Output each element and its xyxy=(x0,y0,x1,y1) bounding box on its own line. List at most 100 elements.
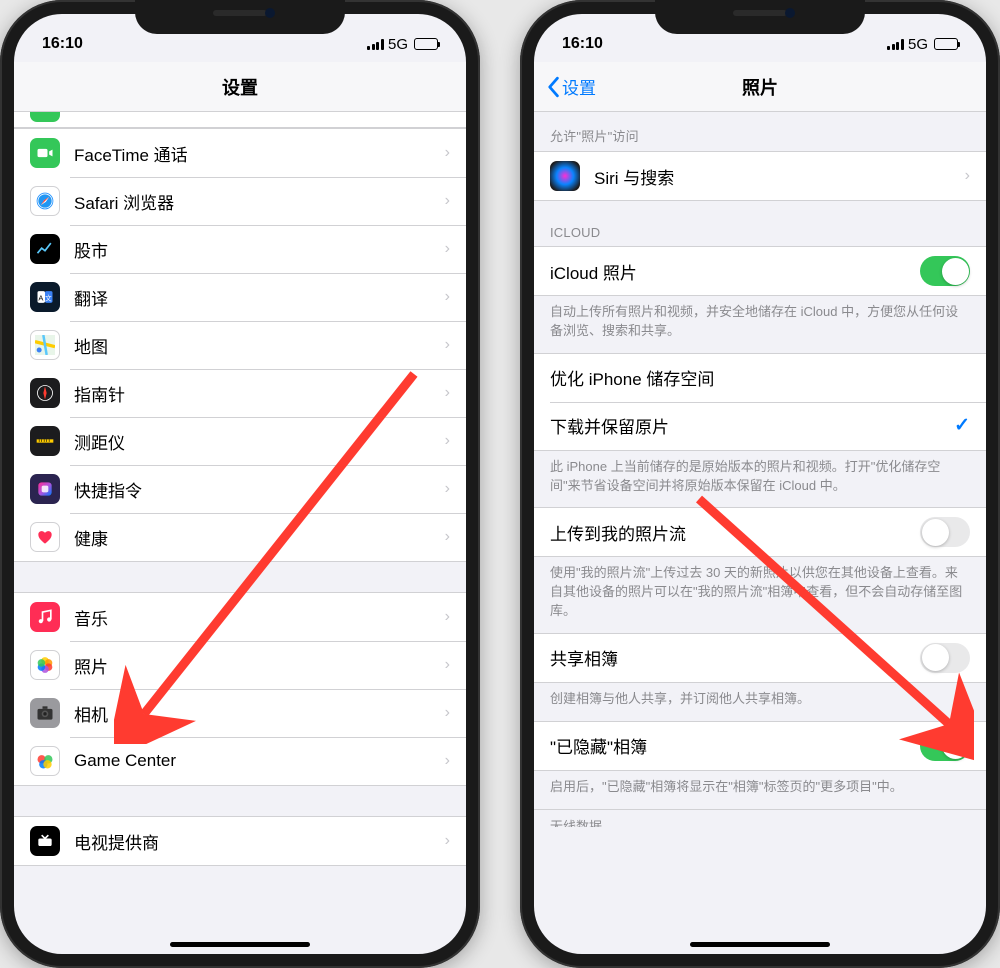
cell-label: "已隐藏"相簿 xyxy=(550,733,920,758)
chevron-right-icon: › xyxy=(445,832,450,850)
section-header-allow: 允许"照片"访问 xyxy=(534,112,986,151)
cell-compass[interactable]: 指南针 › xyxy=(14,369,466,417)
home-indicator[interactable] xyxy=(170,942,310,947)
cell-label: 上传到我的照片流 xyxy=(550,520,920,545)
shared-album-footer: 创建相簿与他人共享，并订阅他人共享相簿。 xyxy=(534,683,986,721)
cell-label: 相机 xyxy=(74,701,445,726)
home-indicator[interactable] xyxy=(690,942,830,947)
page-title: 照片 xyxy=(742,74,778,100)
cell-hidden-album[interactable]: "已隐藏"相簿 xyxy=(534,722,986,770)
safari-icon xyxy=(30,186,60,216)
cell-maps[interactable]: 地图 › xyxy=(14,321,466,369)
cell-safari[interactable]: Safari 浏览器 › xyxy=(14,177,466,225)
chevron-left-icon xyxy=(546,76,560,98)
gamecenter-icon xyxy=(30,746,60,776)
svg-text:文: 文 xyxy=(45,293,52,302)
cell-label: Safari 浏览器 xyxy=(74,189,445,214)
signal-icon xyxy=(367,38,384,50)
storage-group: 优化 iPhone 储存空间 下载并保留原片 ✓ xyxy=(534,353,986,451)
status-right: 5G xyxy=(887,36,958,53)
chevron-right-icon: › xyxy=(445,752,450,770)
music-icon xyxy=(30,602,60,632)
cell-shared-albums[interactable]: 共享相簿 xyxy=(534,634,986,682)
cell-label: 翻译 xyxy=(74,285,445,310)
nav-header: 设置 照片 xyxy=(534,62,986,112)
tvprovider-icon xyxy=(30,826,60,856)
photos-settings[interactable]: 允许"照片"访问 Siri 与搜索 › ICLOUD iCloud 照片 自动上… xyxy=(534,112,986,954)
cell-health[interactable]: 健康 › xyxy=(14,513,466,561)
icloud-photos-group: iCloud 照片 xyxy=(534,246,986,296)
download-footer: 此 iPhone 上当前储存的是原始版本的照片和视频。打开"优化储存空间"来节省… xyxy=(534,451,986,508)
cell-measure[interactable]: 测距仪 › xyxy=(14,417,466,465)
chevron-right-icon: › xyxy=(445,192,450,210)
photos-icon xyxy=(30,650,60,680)
battery-icon xyxy=(934,38,958,50)
signal-icon xyxy=(887,38,904,50)
translate-icon: A文 xyxy=(30,282,60,312)
cell-tvprovider[interactable]: 电视提供商 › xyxy=(14,817,466,865)
settings-group: 电视提供商 › xyxy=(14,816,466,866)
cell-label: iCloud 照片 xyxy=(550,259,920,284)
status-time: 16:10 xyxy=(562,35,603,53)
chevron-right-icon: › xyxy=(445,528,450,546)
partial-row-bottom: 无线数据 xyxy=(534,809,986,827)
health-icon xyxy=(30,522,60,552)
chevron-right-icon: › xyxy=(445,384,450,402)
cell-camera[interactable]: 相机 › xyxy=(14,689,466,737)
nav-header: 设置 xyxy=(14,62,466,112)
chevron-right-icon: › xyxy=(445,240,450,258)
toggle-hidden-album[interactable] xyxy=(920,731,970,761)
toggle-icloud-photos[interactable] xyxy=(920,256,970,286)
cell-facetime[interactable]: FaceTime 通话 › xyxy=(14,129,466,177)
cell-label: 指南针 xyxy=(74,381,445,406)
cell-download-originals[interactable]: 下载并保留原片 ✓ xyxy=(534,402,986,450)
maps-icon xyxy=(30,330,60,360)
cell-my-photo-stream[interactable]: 上传到我的照片流 xyxy=(534,508,986,556)
phone-left: 16:10 5G 设置 FaceTime 通话 › Safari 浏览器 › 股… xyxy=(0,0,480,968)
cell-icloud-photos[interactable]: iCloud 照片 xyxy=(534,247,986,295)
partial-row-top xyxy=(14,112,466,128)
chevron-right-icon: › xyxy=(445,480,450,498)
cell-label: 地图 xyxy=(74,333,445,358)
cell-label: FaceTime 通话 xyxy=(74,141,445,166)
hidden-album-footer: 启用后，"已隐藏"相簿将显示在"相簿"标签页的"更多项目"中。 xyxy=(534,771,986,809)
page-title: 设置 xyxy=(222,74,258,100)
measure-icon xyxy=(30,426,60,456)
cell-photos[interactable]: 照片 › xyxy=(14,641,466,689)
svg-text:A: A xyxy=(38,293,43,302)
cell-stocks[interactable]: 股市 › xyxy=(14,225,466,273)
settings-group: 音乐 › 照片 › 相机 › Game Center › xyxy=(14,592,466,786)
chevron-right-icon: › xyxy=(445,608,450,626)
cell-label: 下载并保留原片 xyxy=(550,413,954,438)
chevron-right-icon: › xyxy=(445,288,450,306)
settings-group: FaceTime 通话 › Safari 浏览器 › 股市 › A文 翻译 › … xyxy=(14,128,466,562)
photostream-footer: 使用"我的照片流"上传过去 30 天的新照片以供您在其他设备上查看。来自其他设备… xyxy=(534,557,986,633)
toggle-photo-stream[interactable] xyxy=(920,517,970,547)
cell-shortcuts[interactable]: 快捷指令 › xyxy=(14,465,466,513)
chevron-right-icon: › xyxy=(445,336,450,354)
battery-icon xyxy=(414,38,438,50)
stocks-icon xyxy=(30,234,60,264)
hidden-album-group: "已隐藏"相簿 xyxy=(534,721,986,771)
siri-group: Siri 与搜索 › xyxy=(534,151,986,201)
compass-icon xyxy=(30,378,60,408)
camera-icon xyxy=(30,698,60,728)
network-label: 5G xyxy=(908,36,928,53)
chevron-right-icon: › xyxy=(445,432,450,450)
cell-gamecenter[interactable]: Game Center › xyxy=(14,737,466,785)
screen-left: 16:10 5G 设置 FaceTime 通话 › Safari 浏览器 › 股… xyxy=(14,14,466,954)
section-header-icloud: ICLOUD xyxy=(534,201,986,246)
cell-optimize-storage[interactable]: 优化 iPhone 储存空间 xyxy=(534,354,986,402)
cell-siri-search[interactable]: Siri 与搜索 › xyxy=(534,152,986,200)
cell-translate[interactable]: A文 翻译 › xyxy=(14,273,466,321)
toggle-shared-albums[interactable] xyxy=(920,643,970,673)
cell-music[interactable]: 音乐 › xyxy=(14,593,466,641)
photostream-group: 上传到我的照片流 xyxy=(534,507,986,557)
cell-label: 音乐 xyxy=(74,605,445,630)
settings-list[interactable]: FaceTime 通话 › Safari 浏览器 › 股市 › A文 翻译 › … xyxy=(14,112,466,954)
cell-label: Siri 与搜索 xyxy=(594,164,965,189)
cell-label: 共享相簿 xyxy=(550,645,920,670)
cell-label: 优化 iPhone 储存空间 xyxy=(550,365,970,390)
cell-label: 股市 xyxy=(74,237,445,262)
back-button[interactable]: 设置 xyxy=(546,74,596,99)
